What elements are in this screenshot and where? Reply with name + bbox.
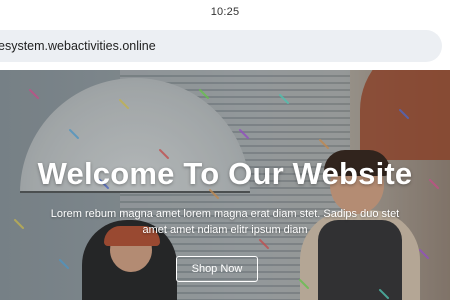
shop-now-button[interactable]: Shop Now bbox=[176, 256, 258, 282]
status-bar: 10:25 bbox=[0, 0, 450, 24]
status-time: 10:25 bbox=[210, 6, 240, 18]
address-bar-url: esystem.webactivities.online bbox=[0, 39, 156, 53]
address-bar[interactable]: esystem.webactivities.online bbox=[0, 30, 442, 62]
hero-section: Welcome To Our Website Lorem rebum magna… bbox=[0, 70, 450, 300]
hero-subtitle: Lorem rebum magna amet lorem magna erat … bbox=[50, 208, 400, 236]
browser-toolbar: esystem.webactivities.online bbox=[0, 24, 450, 70]
hero-title: Welcome To Our Website bbox=[37, 156, 413, 191]
